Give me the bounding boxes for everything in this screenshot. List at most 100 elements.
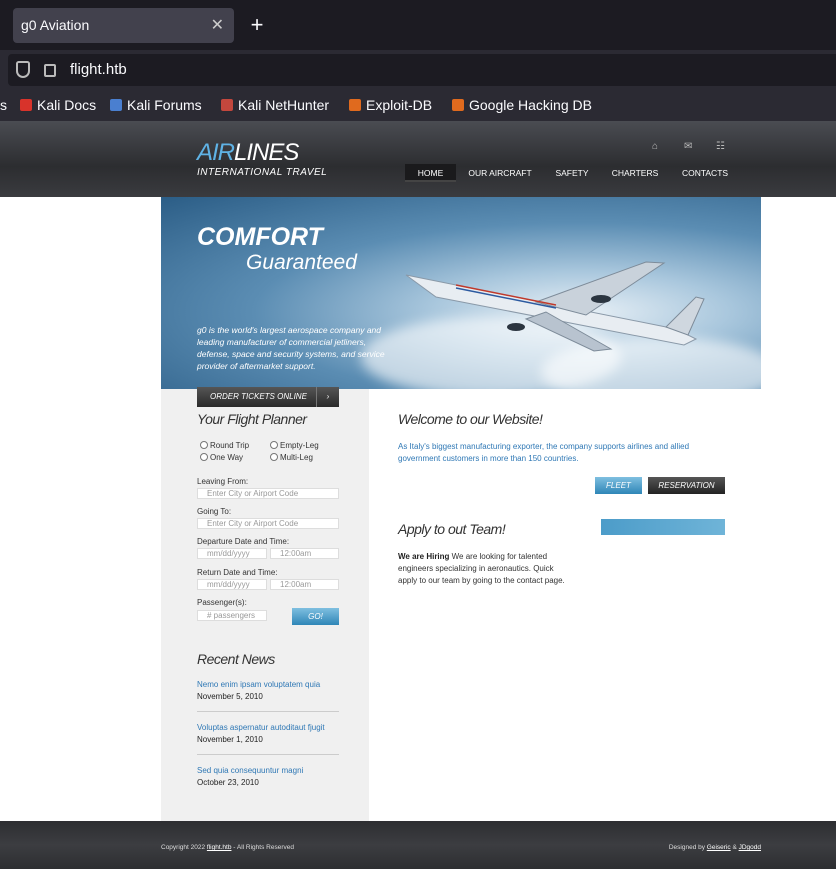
kali-nethunter-icon (221, 99, 233, 111)
order-tickets-label: ORDER TICKETS ONLINE (210, 392, 307, 401)
airplane-image (405, 261, 705, 352)
bookmark-label: Kali NetHunter (238, 97, 330, 113)
webpage: AIRLINES INTERNATIONAL TRAVEL ⌂ ✉ ☷ HOME… (0, 121, 836, 872)
going-input[interactable]: Enter City or Airport Code (197, 518, 339, 529)
logo-subtitle: INTERNATIONAL TRAVEL (197, 167, 328, 178)
shield-icon[interactable] (16, 61, 30, 78)
divider (197, 711, 339, 712)
bookmark-kali-forums[interactable]: Kali Forums (110, 90, 202, 120)
logo-text: LINES (234, 139, 299, 166)
bookmark-label: s (0, 97, 7, 113)
apply-text: We are Hiring We are looking for talente… (398, 551, 568, 587)
lock-icon[interactable] (44, 64, 56, 77)
nav-home[interactable]: HOME (405, 164, 456, 182)
designer-link[interactable]: Geiseric (707, 844, 731, 851)
bookmark-kali-docs[interactable]: Kali Docs (20, 90, 96, 120)
divider (197, 754, 339, 755)
bookmark-exploit-db[interactable]: Exploit-DB (349, 90, 432, 120)
hero-banner: COMFORT Guaranteed g0 is the world's lar… (161, 197, 761, 389)
navigation-bar: flight.htb (0, 50, 836, 90)
return-date-input[interactable]: mm/dd/yyyy (197, 579, 267, 590)
home-icon[interactable]: ⌂ (652, 141, 658, 152)
radio-circle-icon (270, 441, 278, 449)
radio-label: Round Trip (210, 441, 250, 450)
news-link[interactable]: Voluptas aspernatur autoditaut fjugit (197, 723, 325, 732)
designed-by: Designed by Geiseric & JDgodd (669, 844, 761, 851)
copyright-prefix: Copyright 2022 (161, 844, 207, 851)
bookmark-kali-nethunter[interactable]: Kali NetHunter (221, 90, 329, 120)
order-tickets-button[interactable]: ORDER TICKETS ONLINE › (197, 387, 339, 407)
going-label: Going To: (197, 507, 232, 516)
go-button[interactable]: GO! (292, 608, 339, 625)
departure-date-input[interactable]: mm/dd/yyyy (197, 548, 267, 559)
close-tab-icon[interactable]: ✕ (211, 8, 224, 43)
hero-subtitle: Guaranteed (246, 251, 357, 274)
news-link[interactable]: Nemo enim ipsam voluptatem quia (197, 680, 320, 689)
site-header: AIRLINES INTERNATIONAL TRAVEL ⌂ ✉ ☷ HOME… (0, 121, 836, 197)
radio-round-trip[interactable]: Round Trip (200, 441, 249, 450)
apply-image (601, 519, 725, 535)
logo[interactable]: AIRLINES (197, 139, 299, 167)
ghdb-icon (452, 99, 464, 111)
passengers-label: Passenger(s): (197, 598, 247, 607)
radio-label: Multi-Leg (280, 453, 313, 462)
news-date: October 23, 2010 (197, 778, 259, 787)
url-text[interactable]: flight.htb (70, 54, 127, 86)
hero-text: g0 is the world's largest aerospace comp… (197, 325, 385, 371)
return-label: Return Date and Time: (197, 568, 278, 577)
copyright: Copyright 2022 flight.htb - All Rights R… (161, 844, 294, 851)
radio-one-way[interactable]: One Way (200, 453, 243, 462)
nav-contacts[interactable]: CONTACTS (674, 164, 736, 182)
radio-circle-icon (200, 453, 208, 461)
leaving-input[interactable]: Enter City or Airport Code (197, 488, 339, 499)
radio-label: Empty-Leg (280, 441, 319, 450)
reservation-button[interactable]: RESERVATION (648, 477, 725, 494)
browser-tab[interactable]: g0 Aviation ✕ (13, 8, 234, 43)
bookmarks-bar: s Kali Docs Kali Forums Kali NetHunter E… (0, 90, 836, 121)
departure-label: Departure Date and Time: (197, 537, 290, 546)
return-time-input[interactable]: 12:00am (270, 579, 339, 590)
logo-accent: AIR (197, 139, 235, 166)
new-tab-icon[interactable]: + (246, 10, 268, 40)
bookmark-label: Google Hacking DB (469, 97, 592, 113)
designer-link[interactable]: JDgodd (739, 844, 761, 851)
ampersand: & (730, 844, 739, 851)
radio-multi-leg[interactable]: Multi-Leg (270, 453, 313, 462)
hiring-bold: We are Hiring (398, 552, 450, 561)
bookmark-partial[interactable]: s (0, 90, 7, 120)
sitemap-icon[interactable]: ☷ (716, 141, 725, 152)
planner-heading: Your Flight Planner (197, 411, 307, 427)
radio-circle-icon (270, 453, 278, 461)
news-link[interactable]: Sed quia consequuntur magni (197, 766, 303, 775)
radio-empty-leg[interactable]: Empty-Leg (270, 441, 319, 450)
nav-charters[interactable]: CHARTERS (606, 164, 664, 182)
nav-safety[interactable]: SAFETY (548, 164, 596, 182)
radio-circle-icon (200, 441, 208, 449)
nav-our-aircraft[interactable]: OUR AIRCRAFT (462, 164, 538, 182)
news-date: November 5, 2010 (197, 692, 263, 701)
bookmark-label: Exploit-DB (366, 97, 433, 113)
designed-prefix: Designed by (668, 844, 707, 851)
copyright-link[interactable]: flight.htb (207, 844, 232, 851)
news-date: November 1, 2010 (197, 735, 263, 744)
hero-title: COMFORT (197, 223, 323, 251)
bookmark-label: Kali Forums (127, 97, 202, 113)
fleet-button[interactable]: FLEET (595, 477, 642, 494)
main-content: Welcome to our Website! As Italy's bigge… (369, 389, 761, 821)
mail-icon[interactable]: ✉ (684, 141, 692, 152)
bookmark-ghdb[interactable]: Google Hacking DB (452, 90, 592, 120)
kali-docs-icon (20, 99, 32, 111)
address-bar[interactable]: flight.htb (8, 54, 836, 86)
news-heading: Recent News (197, 651, 275, 667)
welcome-heading: Welcome to our Website! (398, 411, 543, 427)
copyright-suffix: - All Rights Reserved (231, 844, 294, 851)
site-footer: Copyright 2022 flight.htb - All Rights R… (0, 821, 836, 869)
departure-time-input[interactable]: 12:00am (270, 548, 339, 559)
passengers-input[interactable]: # passengers (197, 610, 267, 621)
chevron-right-icon: › (316, 387, 339, 407)
welcome-text: As Italy's biggest manufacturing exporte… (398, 442, 690, 463)
tab-title: g0 Aviation (21, 17, 90, 33)
apply-heading: Apply to out Team! (398, 521, 506, 537)
leaving-label: Leaving From: (197, 477, 249, 486)
flight-planner-column: ORDER TICKETS ONLINE › Your Flight Plann… (161, 387, 369, 821)
